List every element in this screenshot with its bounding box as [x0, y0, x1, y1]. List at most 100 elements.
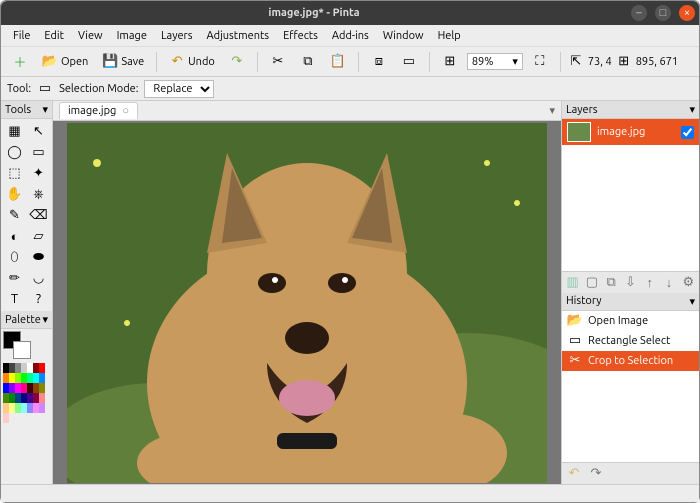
- tool-1[interactable]: ↖: [27, 121, 50, 141]
- menu-image[interactable]: Image: [111, 28, 153, 44]
- canvas[interactable]: [67, 123, 547, 483]
- history-item-icon: ▭: [567, 333, 583, 349]
- tools-grid: ▦↖◯▭⬚✦✋⎈✎⌫◐▱⬯⬬✏◡T?: [1, 119, 52, 311]
- copy-button[interactable]: ⧉: [295, 51, 321, 73]
- layers-buttons: ▥ ▢ ⧉ ⇩ ↑ ↓ ⚙: [562, 271, 699, 293]
- palette-panel: [1, 329, 52, 425]
- deselect-icon: ▭: [401, 54, 417, 70]
- color-swatch[interactable]: [39, 363, 45, 373]
- cursor-pos-icon: ⇱: [568, 54, 584, 70]
- layer-visible-checkbox[interactable]: [681, 126, 694, 139]
- menu-window[interactable]: Window: [377, 28, 430, 44]
- history-buttons: ↶ ↷: [562, 462, 699, 484]
- menu-edit[interactable]: Edit: [38, 28, 70, 44]
- color-swatch[interactable]: [39, 403, 45, 413]
- move-down-icon[interactable]: ↓: [662, 274, 675, 290]
- tool-12[interactable]: ⬯: [3, 247, 26, 267]
- selection-mode-label: Selection Mode:: [59, 83, 138, 95]
- menu-help[interactable]: Help: [432, 28, 467, 44]
- history-item-label: Rectangle Select: [588, 335, 670, 347]
- zoom-select[interactable]: 89%▾: [467, 53, 523, 70]
- tool-10[interactable]: ◐: [3, 226, 26, 246]
- tool-3[interactable]: ▭: [27, 142, 50, 162]
- tool-11[interactable]: ▱: [27, 226, 50, 246]
- cut-icon: ✂: [270, 54, 286, 70]
- resize-button[interactable]: ⊞: [437, 51, 463, 73]
- menu-addins[interactable]: Add-ins: [326, 28, 375, 44]
- layer-row[interactable]: image.jpg: [562, 119, 699, 145]
- duplicate-layer-icon[interactable]: ⧉: [605, 274, 618, 290]
- color-swatch[interactable]: [39, 373, 45, 383]
- tool-9[interactable]: ⌫: [27, 205, 50, 225]
- delete-layer-icon[interactable]: ▢: [585, 274, 598, 290]
- fullscreen-button[interactable]: ⛶: [527, 51, 553, 73]
- chevron-down-icon: ▾: [512, 55, 518, 68]
- separator: [560, 52, 561, 72]
- collapse-icon[interactable]: ▾: [689, 103, 695, 116]
- secondary-color-swatch[interactable]: [13, 341, 31, 359]
- tool-17[interactable]: ?: [27, 289, 50, 309]
- image-size-icon: ⊞: [616, 54, 632, 70]
- layer-properties-icon[interactable]: ⚙: [682, 274, 695, 290]
- collapse-icon[interactable]: ▾: [42, 103, 48, 116]
- menu-adjustments[interactable]: Adjustments: [201, 28, 276, 44]
- history-item[interactable]: ✂ Crop to Selection: [562, 351, 699, 371]
- tool-options-bar: Tool: ▭ Selection Mode: Replace: [1, 77, 699, 101]
- color-swatch[interactable]: [3, 413, 9, 423]
- rect-select-icon[interactable]: ▭: [37, 81, 53, 97]
- redo-button[interactable]: ↷: [224, 51, 250, 73]
- open-button[interactable]: 📂Open: [37, 51, 93, 73]
- close-tab-icon[interactable]: ○: [122, 105, 129, 117]
- tool-2[interactable]: ◯: [3, 142, 26, 162]
- history-redo-icon[interactable]: ↷: [588, 466, 604, 482]
- cut-button[interactable]: ✂: [265, 51, 291, 73]
- tool-label: Tool:: [7, 83, 31, 95]
- save-button[interactable]: 💾Save: [97, 51, 149, 73]
- palette-panel-header: Palette▾: [1, 311, 52, 329]
- tool-0[interactable]: ▦: [3, 121, 26, 141]
- color-swatches: [3, 363, 50, 423]
- history-item-label: Crop to Selection: [588, 355, 673, 367]
- selection-mode-select[interactable]: Replace: [144, 80, 214, 98]
- document-tab[interactable]: image.jpg ○: [59, 102, 138, 119]
- new-icon: ＋: [12, 54, 28, 70]
- merge-down-icon[interactable]: ⇩: [624, 274, 637, 290]
- tool-15[interactable]: ◡: [27, 268, 50, 288]
- add-layer-icon[interactable]: ▥: [566, 274, 579, 290]
- new-button[interactable]: ＋: [7, 51, 33, 73]
- minimize-button[interactable]: –: [631, 5, 647, 21]
- tool-4[interactable]: ⬚: [3, 163, 26, 183]
- canvas-area[interactable]: [53, 121, 561, 484]
- tool-7[interactable]: ⎈: [27, 184, 50, 204]
- undo-button[interactable]: ↶Undo: [164, 51, 220, 73]
- history-undo-icon[interactable]: ↶: [566, 466, 582, 482]
- deselect-button[interactable]: ▭: [396, 51, 422, 73]
- tools-panel-header: Tools▾: [1, 101, 52, 119]
- color-swatch[interactable]: [39, 383, 45, 393]
- menu-effects[interactable]: Effects: [277, 28, 324, 44]
- tool-13[interactable]: ⬬: [27, 247, 50, 267]
- resize-icon: ⊞: [442, 54, 458, 70]
- tool-8[interactable]: ✎: [3, 205, 26, 225]
- crop-icon: ⧈: [371, 54, 387, 70]
- collapse-icon[interactable]: ▾: [689, 295, 695, 308]
- paste-button[interactable]: 📋: [325, 51, 351, 73]
- menu-layers[interactable]: Layers: [155, 28, 199, 44]
- tool-6[interactable]: ✋: [3, 184, 26, 204]
- history-item-icon: ✂: [567, 353, 583, 369]
- history-item[interactable]: 📂Open Image: [562, 311, 699, 331]
- close-button[interactable]: ×: [679, 5, 695, 21]
- maximize-button[interactable]: □: [655, 5, 671, 21]
- history-item[interactable]: ▭ Rectangle Select: [562, 331, 699, 351]
- crop-button[interactable]: ⧈: [366, 51, 392, 73]
- layers-panel-header: Layers▾: [562, 101, 699, 119]
- move-up-icon[interactable]: ↑: [643, 274, 656, 290]
- tool-16[interactable]: T: [3, 289, 26, 309]
- color-swatch[interactable]: [39, 393, 45, 403]
- collapse-icon[interactable]: ▾: [42, 313, 48, 326]
- tab-chevron-down-icon[interactable]: ▾: [543, 104, 561, 117]
- tool-14[interactable]: ✏: [3, 268, 26, 288]
- menu-file[interactable]: File: [7, 28, 36, 44]
- tool-5[interactable]: ✦: [27, 163, 50, 183]
- menu-view[interactable]: View: [72, 28, 109, 44]
